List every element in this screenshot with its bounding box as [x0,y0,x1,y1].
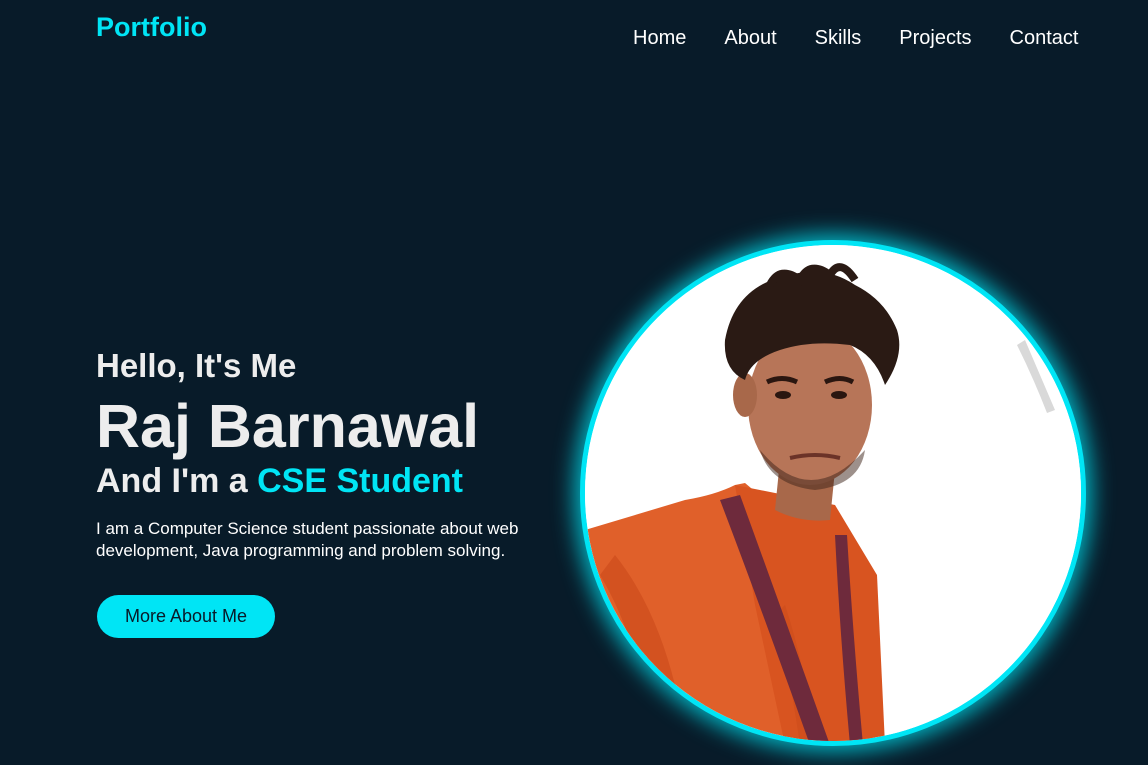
logo[interactable]: Portfolio [96,12,207,43]
nav-projects[interactable]: Projects [899,26,971,50]
main-nav: Home About Skills Projects Contact [633,26,1078,50]
hero-greeting: Hello, It's Me [96,347,297,384]
hero-description: I am a Computer Science student passiona… [96,519,519,560]
nav-skills[interactable]: Skills [815,26,862,50]
hero-role-prefix: And I'm a [96,462,258,500]
profile-photo-illustration [585,245,1081,741]
hero-name: Raj Barnawal [96,392,480,460]
nav-about[interactable]: About [724,26,776,50]
profile-photo [580,240,1086,746]
hero-role: And I'm a CSE Student [96,461,463,501]
hero-role-highlight: CSE Student [257,462,464,500]
nav-home[interactable]: Home [633,26,686,50]
more-about-me-button[interactable]: More About Me [97,595,275,638]
nav-contact[interactable]: Contact [1010,26,1079,50]
